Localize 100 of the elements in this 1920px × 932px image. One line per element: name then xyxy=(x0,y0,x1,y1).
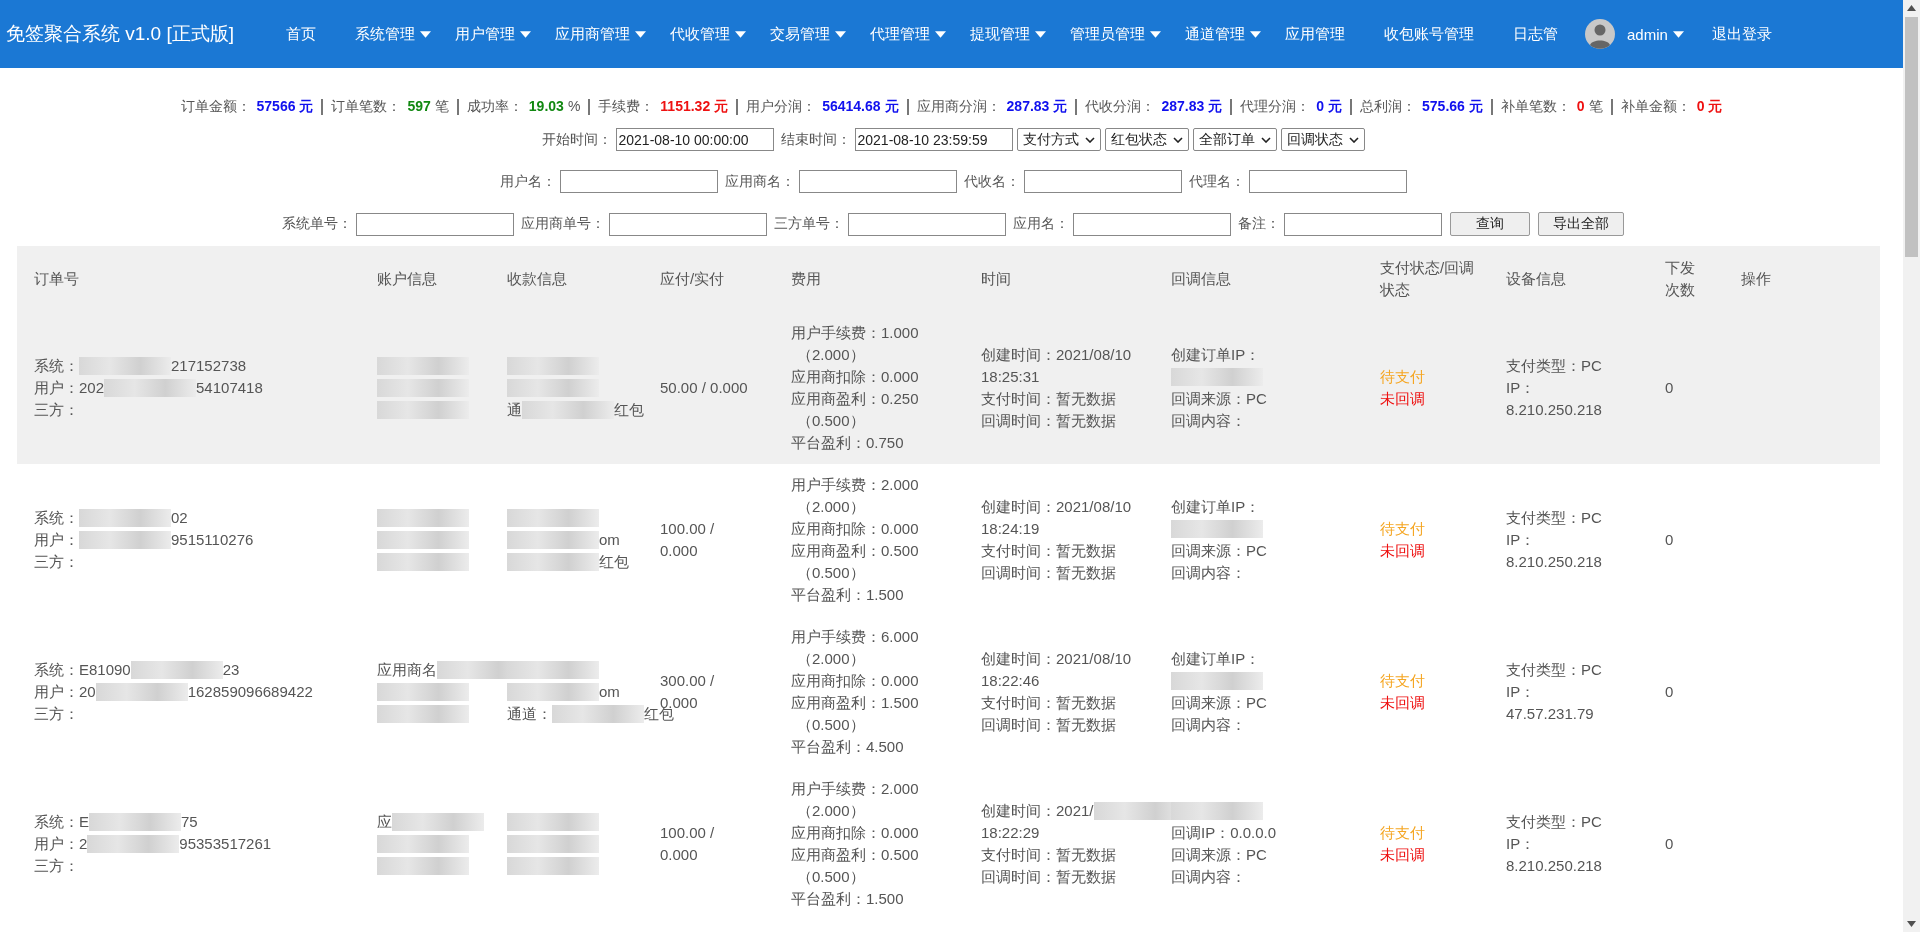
caret-icon xyxy=(635,30,647,38)
filter-select[interactable]: 全部订单 xyxy=(1192,128,1277,151)
order-number: 三方： xyxy=(34,704,79,724)
nav-item[interactable]: 通道管理 xyxy=(1173,24,1274,44)
dispatch-count: 0 xyxy=(1665,379,1674,396)
fee-line: （0.500） xyxy=(796,563,866,583)
nav-item[interactable]: 首页 xyxy=(274,24,344,44)
order-number: 75 xyxy=(181,812,198,832)
column-header: 操作 xyxy=(1740,269,1772,289)
pay-status: 待支付 xyxy=(1380,671,1426,691)
filter-label: 代收名： xyxy=(963,172,1020,191)
user-menu[interactable]: admin xyxy=(1627,25,1700,43)
stat-unit: 元 xyxy=(714,98,729,116)
stat-label: 代收分润： xyxy=(1085,98,1156,116)
device-info: IP： xyxy=(1506,530,1536,550)
dispatch-count: 0 xyxy=(1665,683,1674,700)
nav-item[interactable]: 代收管理 xyxy=(658,24,759,44)
nav-item[interactable]: 交易管理 xyxy=(758,24,859,44)
fee-line: （2.000） xyxy=(796,497,866,517)
order-number: 系统：E81090 xyxy=(34,660,131,680)
dispatch-count: 0 xyxy=(1665,531,1674,548)
nav-item[interactable]: 管理员管理 xyxy=(1058,24,1174,44)
column-header: 时间 xyxy=(980,269,1012,289)
callback-line: 回调来源：PC xyxy=(1171,541,1267,561)
stat-unit: 元 xyxy=(1328,98,1343,116)
callback-line: 回调来源：PC xyxy=(1171,693,1267,713)
filter-button[interactable]: 查询 xyxy=(1450,212,1530,236)
filter-input[interactable] xyxy=(1248,170,1407,193)
nav-item[interactable]: 应用管理 xyxy=(1273,24,1373,44)
device-info: 8.210.250.218 xyxy=(1506,552,1602,572)
filter-input[interactable] xyxy=(1023,170,1182,193)
time-line: 支付时间：暂无数据 xyxy=(981,845,1116,865)
scroll-down-icon[interactable] xyxy=(1907,921,1916,927)
callback-line: 回调内容： xyxy=(1171,563,1246,583)
nav-item[interactable]: 提现管理 xyxy=(958,24,1059,44)
filter-input[interactable]: 2021-08-10 23:59:59 xyxy=(854,128,1013,151)
scrollbar[interactable] xyxy=(1903,0,1920,932)
column-header: 设备信息 xyxy=(1505,269,1567,289)
logout-link[interactable]: 退出登录 xyxy=(1699,24,1799,44)
filter-input[interactable] xyxy=(1073,212,1231,236)
collection-info: 通道： xyxy=(507,704,552,724)
nav-item[interactable]: 代理管理 xyxy=(858,24,959,44)
filter-label: 应用商名： xyxy=(724,172,795,191)
avatar-icon[interactable] xyxy=(1585,19,1616,49)
time-line: 回调时间：暂无数据 xyxy=(981,411,1116,431)
filter-select[interactable]: 支付方式 xyxy=(1016,128,1101,151)
filter-button[interactable]: 导出全部 xyxy=(1538,212,1624,236)
nav-item[interactable]: 用户管理 xyxy=(443,24,544,44)
column-header: 支付状态/回调状态 xyxy=(1379,258,1476,300)
time-line: 支付时间：暂无数据 xyxy=(981,389,1116,409)
time-line: 支付时间：暂无数据 xyxy=(981,541,1116,561)
filter-select[interactable]: 回调状态 xyxy=(1280,128,1365,151)
filter-input[interactable] xyxy=(356,212,514,236)
fee-line: （0.500） xyxy=(796,411,866,431)
fee-line: 应用商扣除：0.000 xyxy=(791,671,920,691)
callback-status: 未回调 xyxy=(1380,845,1426,865)
filter-input[interactable] xyxy=(1284,212,1442,236)
pay-status: 待支付 xyxy=(1380,367,1426,387)
filter-select[interactable]: 红包状态 xyxy=(1104,128,1189,151)
fee-line: 平台盈利：4.500 xyxy=(791,737,905,757)
filter-label: 用户名： xyxy=(499,172,556,191)
stat-label: 订单金额： xyxy=(180,98,251,116)
dispatch-count: 0 xyxy=(1665,835,1674,852)
filter-input[interactable] xyxy=(559,170,718,193)
callback-line: 创建订单IP： xyxy=(1171,649,1261,669)
nav-item[interactable]: 日志管 xyxy=(1501,24,1586,44)
callback-line: 回调内容： xyxy=(1171,715,1246,735)
collection-info: om xyxy=(599,682,620,702)
scroll-up-icon[interactable] xyxy=(1907,5,1916,11)
callback-line: 回调IP：0.0.0.0 xyxy=(1171,823,1277,843)
device-info: 支付类型：PC xyxy=(1506,508,1602,528)
fee-line: （2.000） xyxy=(796,801,866,821)
table-row[interactable] xyxy=(17,312,1880,464)
fee-line: 用户手续费：2.000 xyxy=(791,475,920,495)
chevron-icon xyxy=(1084,136,1095,143)
device-info: 支付类型：PC xyxy=(1506,660,1602,680)
nav-item[interactable]: 系统管理 xyxy=(343,24,444,44)
scrollbar-thumb[interactable] xyxy=(1905,17,1918,257)
filter-input[interactable] xyxy=(798,170,957,193)
column-header: 回调信息 xyxy=(1170,269,1232,289)
nav-item[interactable]: 收包账号管理 xyxy=(1372,24,1502,44)
callback-line: 回调来源：PC xyxy=(1171,389,1267,409)
filter-input[interactable] xyxy=(848,212,1006,236)
stat-unit: 元 xyxy=(1053,98,1068,116)
time-line: 回调时间：暂无数据 xyxy=(981,563,1116,583)
nav-item[interactable]: 应用商管理 xyxy=(543,24,659,44)
fee-line: 应用商盈利：0.500 xyxy=(791,845,920,865)
order-number: 162859096689422 xyxy=(187,682,313,702)
stat-value: 0 xyxy=(1316,98,1325,114)
filter-input[interactable] xyxy=(609,212,767,236)
stat-unit: 元 xyxy=(299,98,314,116)
stat-value: 287.83 xyxy=(1006,98,1050,114)
fee-line: 应用商扣除：0.000 xyxy=(791,823,920,843)
filter-label: 三方单号： xyxy=(774,215,844,233)
order-number: 95353517261 xyxy=(179,834,272,854)
fee-line: 用户手续费：1.000 xyxy=(791,323,920,343)
filter-input[interactable]: 2021-08-10 00:00:00 xyxy=(615,128,774,151)
collection-info: 红包 xyxy=(599,552,629,572)
order-number: 三方： xyxy=(34,552,79,572)
column-header: 应付/实付 xyxy=(659,269,726,289)
